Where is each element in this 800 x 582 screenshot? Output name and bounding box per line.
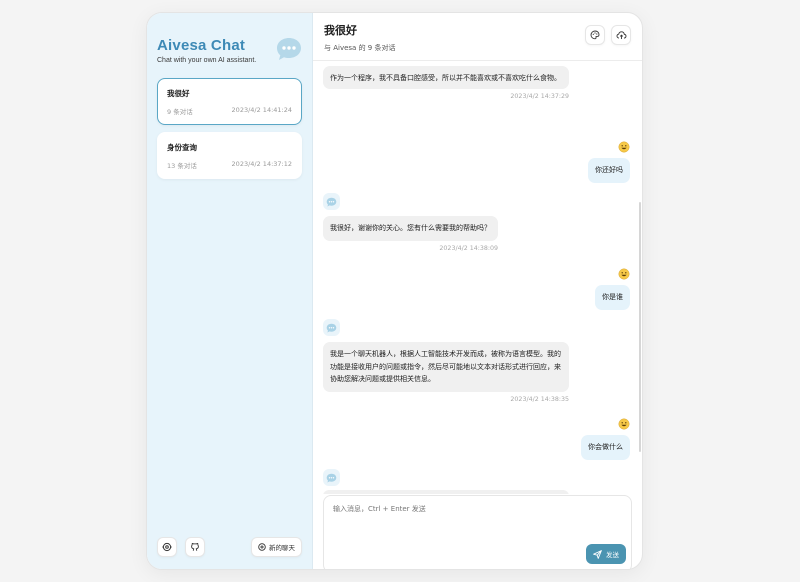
app-window: Aivesa Chat Chat with your own AI assist… — [146, 12, 643, 570]
session-title: 我很好 — [167, 89, 190, 98]
smile-emoji-icon — [618, 268, 630, 280]
header-actions — [579, 25, 631, 45]
sidebar-footer: 新的聊天 — [157, 537, 302, 557]
message-bubble: 我很好，谢谢你的关心。您有什么需要我的帮助吗？ — [323, 216, 498, 241]
user-avatar — [618, 415, 630, 430]
chat-bubble-icon — [326, 473, 337, 482]
cloud-upload-icon — [616, 31, 626, 39]
user-message: 你会做什么 — [581, 435, 630, 460]
message-bubble: 我是一个聊天机器人，根据人工智能技术开发而成，被称为语言模型。我的功能是接收用户… — [323, 342, 569, 392]
session-count: 13 条对话 — [167, 162, 197, 170]
message-bubble: 你是谁 — [595, 285, 630, 310]
bot-message: 我是一个聊天机器人，根据人工智能技术开发而成，被称为语言模型。我的功能是接收用户… — [323, 342, 569, 403]
message-bubble: 你会做什么 — [581, 435, 630, 460]
session-count: 9 条对话 — [167, 108, 193, 116]
new-chat-label: 新的聊天 — [269, 544, 295, 552]
composer: 发送 — [323, 495, 632, 569]
brand-header: Aivesa Chat Chat with your own AI assist… — [157, 37, 302, 64]
palette-icon — [590, 30, 600, 40]
export-button[interactable] — [611, 25, 631, 45]
session-item[interactable]: 我很好 9 条对话 2023/4/2 14:41:24 — [157, 78, 302, 125]
bot-message: 我很好，谢谢你的关心。您有什么需要我的帮助吗？ 2023/4/2 14:38:0… — [323, 216, 498, 252]
user-avatar — [618, 138, 630, 153]
settings-icon — [162, 542, 172, 552]
session-title: 身份查询 — [167, 143, 197, 152]
chat-bubble-icon — [326, 197, 337, 206]
message-time: 2023/4/2 14:38:35 — [510, 395, 569, 403]
chat-panel: 我很好 与 Aivesa 的 9 条对话 作为一个程序，我不具备口腔感受，所以并… — [313, 13, 642, 569]
chat-bubble-logo-icon — [277, 38, 301, 60]
bot-avatar — [323, 469, 340, 486]
message-bubble: 作为一个程序，我不具备口腔感受，所以并不能喜欢或不喜欢吃什么食物。 — [323, 66, 569, 89]
session-time: 2023/4/2 14:37:12 — [231, 160, 292, 168]
message-bubble: 你还好吗 — [588, 158, 630, 183]
message-scrollbar[interactable] — [639, 202, 641, 452]
github-button[interactable] — [185, 537, 205, 557]
new-chat-button[interactable]: 新的聊天 — [251, 537, 302, 557]
bot-message-partial — [323, 490, 569, 494]
message-time: 2023/4/2 14:38:09 — [439, 244, 498, 252]
user-message: 你还好吗 — [588, 158, 630, 183]
bot-message: 作为一个程序，我不具备口腔感受，所以并不能喜欢或不喜欢吃什么食物。 2023/4… — [323, 66, 569, 100]
bot-avatar — [323, 319, 340, 336]
session-time: 2023/4/2 14:41:24 — [231, 106, 292, 114]
message-input[interactable] — [324, 496, 631, 569]
smile-emoji-icon — [618, 418, 630, 430]
session-item[interactable]: 身份查询 13 条对话 2023/4/2 14:37:12 — [157, 132, 302, 179]
user-message: 你是谁 — [595, 285, 630, 310]
sidebar: Aivesa Chat Chat with your own AI assist… — [147, 13, 313, 569]
user-avatar — [618, 265, 630, 280]
message-list[interactable]: 作为一个程序，我不具备口腔感受，所以并不能喜欢或不喜欢吃什么食物。 2023/4… — [313, 62, 642, 494]
brand-subtitle: Chat with your own AI assistant. — [157, 57, 257, 64]
session-list: 我很好 9 条对话 2023/4/2 14:41:24 身份查询 13 条对话 … — [157, 78, 302, 179]
message-time: 2023/4/2 14:37:29 — [510, 92, 569, 100]
settings-button[interactable] — [157, 537, 177, 557]
plus-circle-icon — [258, 543, 266, 551]
chat-header: 我很好 与 Aivesa 的 9 条对话 — [313, 13, 642, 61]
smile-emoji-icon — [618, 141, 630, 153]
send-icon — [593, 549, 602, 559]
chat-bubble-icon — [326, 323, 337, 332]
rename-button[interactable] — [585, 25, 605, 45]
bot-avatar — [323, 193, 340, 210]
send-button[interactable]: 发送 — [586, 544, 626, 564]
brand-title: Aivesa Chat — [157, 37, 246, 54]
send-label: 发送 — [606, 552, 619, 559]
github-icon — [191, 542, 199, 551]
